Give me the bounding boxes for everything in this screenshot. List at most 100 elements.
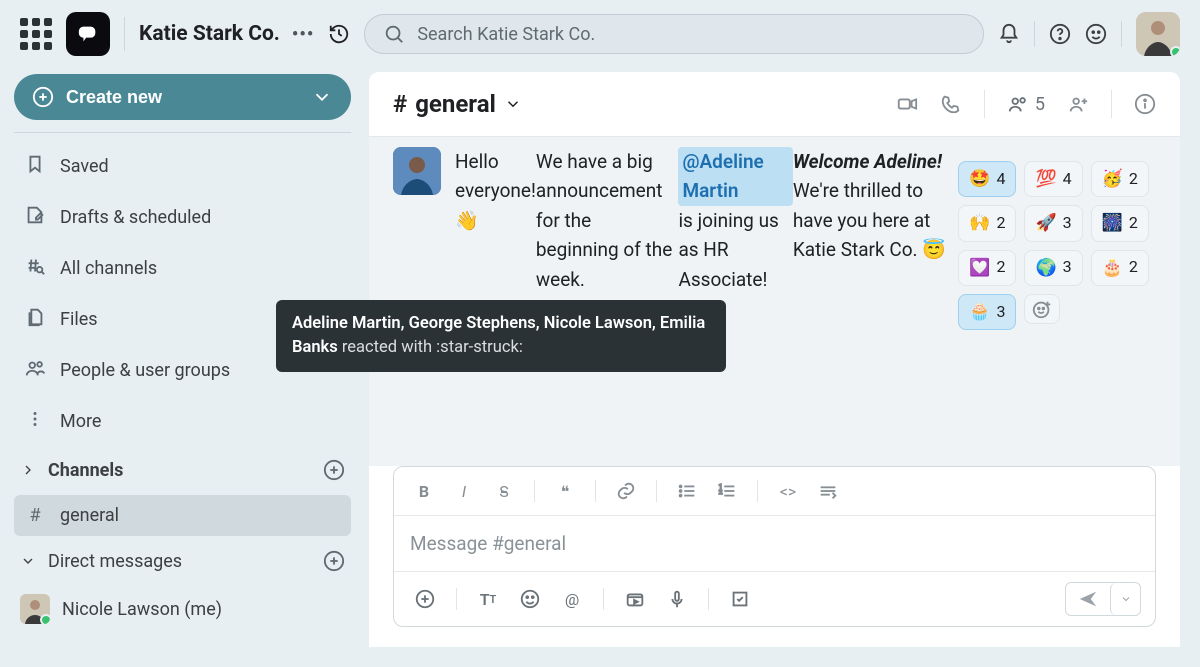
emoji-picker-button[interactable] — [513, 584, 547, 614]
nav-saved[interactable]: Saved — [14, 143, 351, 190]
apps-grid-icon[interactable] — [20, 18, 52, 50]
divider — [1121, 21, 1122, 47]
hash-icon: # — [393, 90, 407, 118]
history-icon[interactable] — [328, 23, 350, 45]
mention-button[interactable]: @ — [555, 584, 589, 614]
more-icon[interactable]: ••• — [292, 24, 314, 45]
reaction-tooltip: Adeline Martin, George Stephens, Nicole … — [276, 300, 726, 372]
org-switcher[interactable]: Katie Stark Co. ••• — [139, 22, 314, 46]
attach-button[interactable] — [408, 584, 442, 614]
member-count[interactable]: 5 — [1007, 93, 1045, 115]
nav-all-channels[interactable]: All channels — [14, 245, 351, 292]
divider — [984, 90, 985, 118]
search-placeholder: Search Katie Stark Co. — [417, 24, 595, 45]
reaction-chip[interactable]: 🌍3 — [1024, 250, 1082, 286]
user-avatar[interactable] — [1136, 12, 1180, 56]
chevron-right-icon — [20, 462, 36, 478]
dm-label: Nicole Lawson (me) — [62, 599, 222, 620]
nav-label: Saved — [60, 156, 109, 177]
reaction-chip[interactable]: 🚀3 — [1024, 205, 1082, 241]
people-icon — [1007, 93, 1029, 115]
help-icon[interactable] — [1049, 23, 1071, 45]
bell-icon[interactable] — [998, 23, 1020, 45]
add-reaction-button[interactable] — [1024, 294, 1060, 324]
codeblock-button[interactable] — [812, 477, 844, 505]
hash-search-icon — [24, 255, 46, 282]
draft-icon — [24, 204, 46, 231]
member-count-value: 5 — [1035, 94, 1045, 115]
dm-self[interactable]: Nicole Lawson (me) — [14, 586, 351, 632]
nav-label: People & user groups — [60, 360, 230, 381]
send-options-button[interactable] — [1110, 583, 1140, 615]
chevron-down-icon — [311, 86, 333, 108]
composer: B I S ❝ 12 <> Message #general — [393, 466, 1156, 627]
reaction-chip[interactable]: 🙌2 — [958, 205, 1016, 241]
more-vertical-icon — [24, 408, 46, 435]
app-logo[interactable] — [66, 12, 110, 56]
add-channel-icon[interactable] — [323, 459, 345, 481]
channel-title[interactable]: # general — [393, 90, 522, 118]
add-person-icon[interactable] — [1067, 93, 1089, 115]
composer-actions: TT @ — [394, 571, 1155, 626]
create-new-button[interactable]: Create new — [14, 74, 351, 120]
quote-button[interactable]: ❝ — [549, 477, 581, 505]
composer-input[interactable]: Message #general — [394, 516, 1155, 571]
hash-icon: # — [24, 505, 46, 526]
text-format-button[interactable]: TT — [471, 584, 505, 614]
chat-header: # general 5 — [369, 72, 1180, 137]
files-icon — [24, 306, 46, 333]
reaction-chip[interactable]: 🧁3 — [958, 294, 1016, 330]
video-icon[interactable] — [896, 93, 918, 115]
channel-label: general — [60, 505, 119, 526]
send-button[interactable] — [1066, 583, 1110, 615]
chevron-down-icon — [20, 553, 36, 569]
dm-section-header[interactable]: Direct messages — [14, 540, 351, 582]
video-clip-button[interactable] — [618, 584, 652, 614]
reaction-chip[interactable]: 🎆2 — [1091, 205, 1149, 241]
bookmark-icon — [24, 153, 46, 180]
presence-indicator — [1170, 46, 1180, 56]
nav-label: All channels — [60, 258, 157, 279]
mention[interactable]: @Adeline Martin — [678, 147, 792, 206]
nav-label: Drafts & scheduled — [60, 207, 211, 228]
emoji-icon[interactable] — [1085, 23, 1107, 45]
channels-section-header[interactable]: Channels — [14, 449, 351, 491]
tooltip-text: reacted with :star-struck: — [338, 338, 523, 357]
reaction-chip[interactable]: 🤩4 — [958, 161, 1016, 197]
message-avatar[interactable] — [393, 147, 441, 195]
top-bar: Katie Stark Co. ••• Search Katie Stark C… — [0, 0, 1200, 68]
nav-more[interactable]: More — [14, 398, 351, 445]
format-toolbar: B I S ❝ 12 <> — [394, 467, 1155, 516]
info-icon[interactable] — [1134, 93, 1156, 115]
divider — [124, 17, 125, 51]
send-button-group — [1065, 582, 1141, 616]
reaction-chip[interactable]: 💟2 — [958, 250, 1016, 286]
nav-drafts[interactable]: Drafts & scheduled — [14, 194, 351, 241]
org-name: Katie Stark Co. — [139, 22, 280, 46]
section-title: Direct messages — [48, 551, 182, 572]
channel-general[interactable]: # general — [14, 495, 351, 536]
search-box[interactable]: Search Katie Stark Co. — [364, 14, 984, 54]
shortcut-button[interactable] — [723, 584, 757, 614]
ol-button[interactable]: 12 — [711, 477, 743, 505]
reaction-chip[interactable]: 🎂2 — [1091, 250, 1149, 286]
reaction-chip[interactable]: 💯4 — [1024, 161, 1082, 197]
nav-label: Files — [60, 309, 98, 330]
code-button[interactable]: <> — [772, 477, 804, 505]
reaction-chip[interactable]: 🥳2 — [1091, 161, 1149, 197]
link-button[interactable] — [610, 477, 642, 505]
divider — [1111, 90, 1112, 118]
dm-avatar — [20, 594, 50, 624]
bold-button[interactable]: B — [408, 477, 440, 505]
add-dm-icon[interactable] — [323, 550, 345, 572]
chevron-down-icon — [504, 95, 522, 113]
strike-button[interactable]: S — [488, 477, 520, 505]
phone-icon[interactable] — [940, 93, 962, 115]
nav-label: More — [60, 411, 101, 432]
reactions-row: 🤩4💯4🥳2 🙌2🚀3🎆2 💟2🌍3🎂2 🧁3 — [958, 161, 1156, 330]
people-icon — [24, 357, 46, 384]
italic-button[interactable]: I — [448, 477, 480, 505]
ul-button[interactable] — [671, 477, 703, 505]
audio-clip-button[interactable] — [660, 584, 694, 614]
divider — [14, 132, 351, 133]
